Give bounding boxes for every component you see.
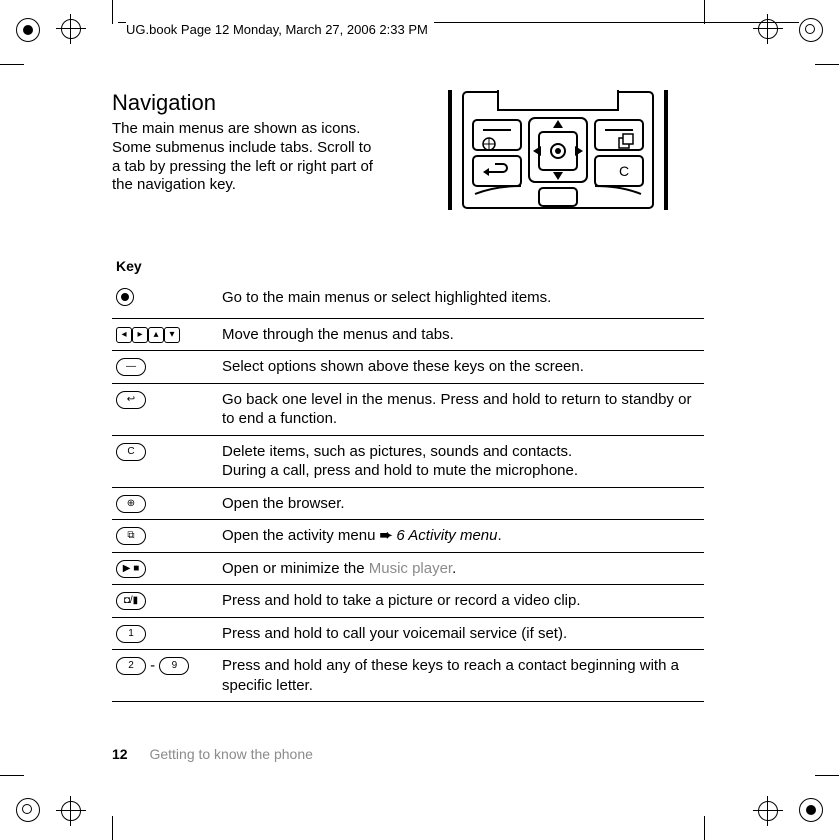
page-footer: 12 Getting to know the phone	[112, 746, 313, 762]
key-desc: Go to the main menus or select highlight…	[218, 282, 704, 318]
crop-cross-bottom-right	[753, 796, 783, 826]
camera-key-icon: ◘/▮	[116, 592, 146, 610]
back-key-icon: ↩	[116, 391, 146, 409]
crop-tick-top-right-v	[704, 0, 705, 24]
table-row: Go to the main menus or select highlight…	[112, 282, 704, 318]
reg-mark-bottom-right	[799, 798, 823, 822]
crop-tick-right-top-h	[815, 64, 839, 65]
dpad-arrows-icon: ◂▸▴▾	[112, 318, 218, 351]
table-row: ◂▸▴▾ Move through the menus and tabs.	[112, 318, 704, 351]
keys-2-9-icon: 2 - 9	[112, 650, 218, 702]
crop-cross-top-right	[753, 14, 783, 44]
table-row: ↩ Go back one level in the menus. Press …	[112, 383, 704, 435]
page-content: Navigation The main menus are shown as i…	[112, 90, 704, 702]
section-intro: The main menus are shown as icons. Some …	[112, 120, 382, 195]
crop-tick-left-bottom-h	[0, 775, 24, 776]
reg-mark-bottom-left	[16, 798, 40, 822]
table-row: ▶ ■ Open or minimize the Music player.	[112, 552, 704, 585]
header-text: UG.book Page 12 Monday, March 27, 2006 2…	[126, 22, 434, 37]
key-1-icon: 1	[116, 625, 146, 643]
crop-tick-top-left-v	[112, 0, 113, 24]
key-desc: Move through the menus and tabs.	[218, 318, 704, 351]
table-row: ⧉ Open the activity menu ➨ 6 Activity me…	[112, 520, 704, 553]
c-key-icon: C	[116, 443, 146, 461]
reg-mark-top-left	[16, 18, 40, 42]
table-row: 1 Press and hold to call your voicemail …	[112, 617, 704, 650]
key-desc: Delete items, such as pictures, sounds a…	[218, 435, 704, 487]
key-table-heading: Key	[112, 258, 704, 274]
key-desc: Open or minimize the Music player.	[218, 552, 704, 585]
key-desc: Press and hold any of these keys to reac…	[218, 650, 704, 702]
crop-tick-right-bottom-h	[815, 775, 839, 776]
crop-cross-bottom-left	[56, 796, 86, 826]
table-row: — Select options shown above these keys …	[112, 351, 704, 384]
key-desc: Open the activity menu ➨ 6 Activity menu…	[218, 520, 704, 553]
section-title: Navigation	[112, 90, 382, 116]
reg-mark-top-right	[799, 18, 823, 42]
phone-illustration: C	[412, 90, 704, 210]
arrow-right-icon: ➨	[380, 527, 393, 544]
chapter-title: Getting to know the phone	[149, 746, 312, 762]
center-select-icon	[116, 288, 134, 306]
key-desc: Open the browser.	[218, 487, 704, 520]
table-row: ◘/▮ Press and hold to take a picture or …	[112, 585, 704, 618]
key-desc: Select options shown above these keys on…	[218, 351, 704, 384]
softkey-icon: —	[116, 358, 146, 376]
key-desc: Press and hold to call your voicemail se…	[218, 617, 704, 650]
phone-keypad-icon: C	[443, 90, 673, 210]
page-number: 12	[112, 746, 128, 762]
key-desc: Go back one level in the menus. Press an…	[218, 383, 704, 435]
play-key-icon: ▶ ■	[116, 560, 146, 578]
globe-key-icon: ⊕	[116, 495, 146, 513]
key-table: Go to the main menus or select highlight…	[112, 282, 704, 702]
table-row: ⊕ Open the browser.	[112, 487, 704, 520]
crop-tick-left-top-h	[0, 64, 24, 65]
crop-tick-bottom-left-v	[112, 816, 113, 840]
crop-tick-bottom-right-v	[704, 816, 705, 840]
svg-text:C: C	[619, 163, 629, 179]
table-row: 2 - 9 Press and hold any of these keys t…	[112, 650, 704, 702]
table-row: C Delete items, such as pictures, sounds…	[112, 435, 704, 487]
key-desc: Press and hold to take a picture or reco…	[218, 585, 704, 618]
crop-cross-top-left	[56, 14, 86, 44]
activity-key-icon: ⧉	[116, 527, 146, 545]
